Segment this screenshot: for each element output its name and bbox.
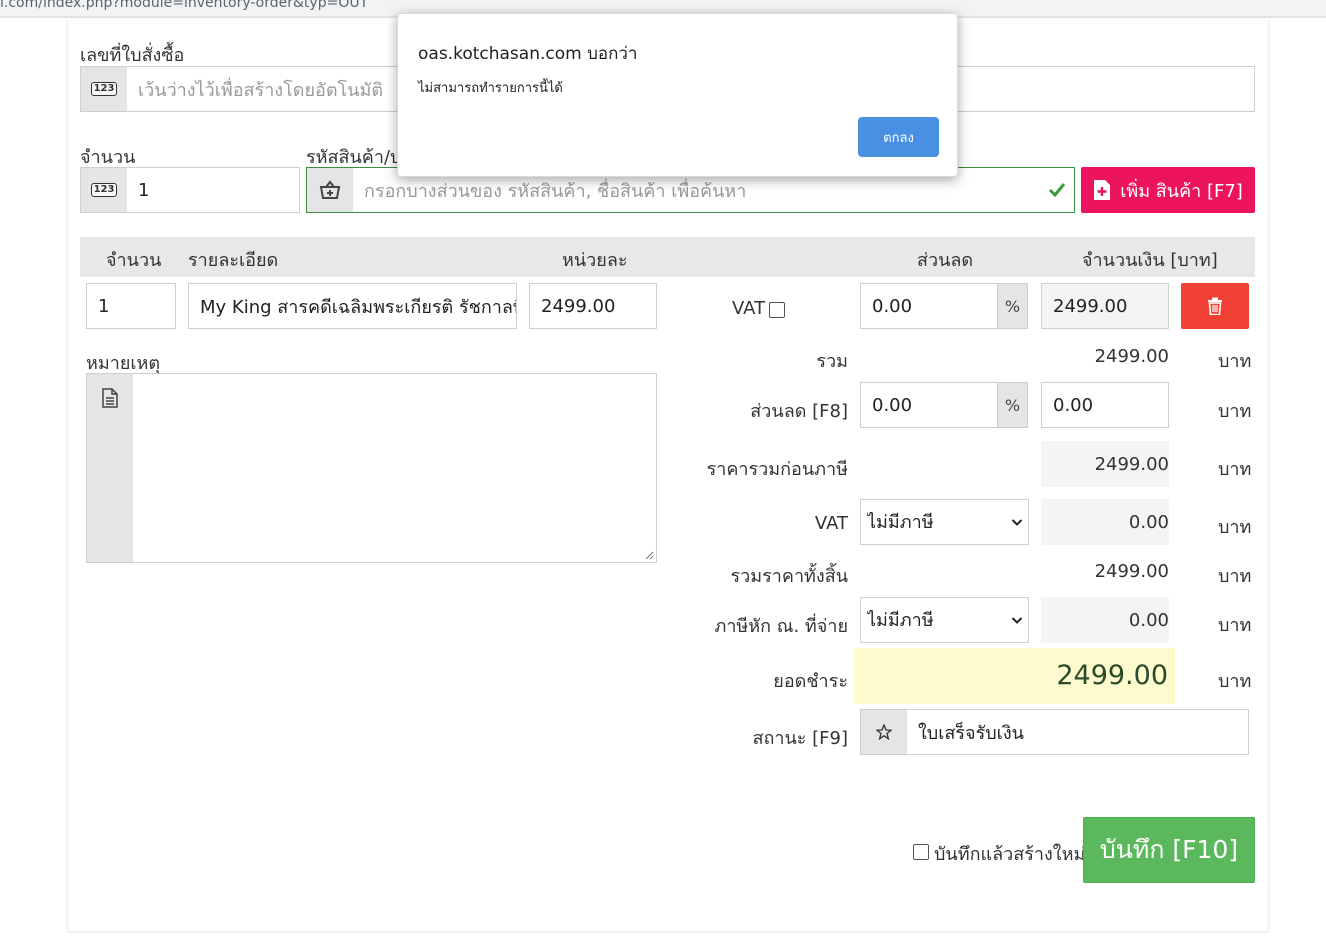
alert-dialog: oas.kotchasan.com บอกว่า ไม่สามารถทำรายก… <box>397 13 958 177</box>
quantity-value: 1 <box>138 179 150 201</box>
row-unit-price-value: 2499.00 <box>541 295 616 317</box>
col-discount: ส่วนลด <box>917 250 974 271</box>
discount-percent-unit: % <box>997 383 1027 427</box>
save-button-label: บันทึก [F10] <box>1099 835 1239 864</box>
quantity-input[interactable]: 123 1 <box>80 167 300 213</box>
product-search-placeholder: กรอกบางส่วนของ รหัสสินค้า, ชื่อสินค้า เพ… <box>364 180 747 202</box>
baht-label: บาท <box>1218 671 1252 692</box>
withholding-label: ภาษีหัก ณ. ที่จ่าย <box>714 616 848 637</box>
row-discount-unit: % <box>997 284 1027 328</box>
row-qty-input[interactable]: 1 <box>86 283 176 329</box>
subtotal-value: 2499.00 <box>1094 346 1169 367</box>
save-button[interactable]: บันทึก [F10] <box>1083 817 1255 883</box>
document-icon <box>87 374 133 562</box>
col-detail: รายละเอียด <box>188 250 279 271</box>
before-tax-value: 2499.00 <box>1094 454 1169 475</box>
dialog-message: ไม่สามารถทำรายการนี้ได้ <box>418 81 563 96</box>
delete-row-button[interactable] <box>1181 283 1249 329</box>
row-amount-field: 2499.00 <box>1041 283 1169 329</box>
check-icon <box>1040 182 1074 198</box>
vat-label: VAT <box>814 513 848 534</box>
address-bar-url[interactable]: i.com/index.php?module=inventory-order&t… <box>0 0 368 11</box>
baht-label: บาท <box>1218 615 1252 636</box>
basket-add-icon <box>307 168 353 212</box>
add-product-label: เพิ่ม สินค้า [F7] <box>1120 180 1243 202</box>
discount-percent-input[interactable]: 0.00 % <box>860 382 1028 428</box>
discount-amount-input[interactable]: 0.00 <box>1041 382 1169 428</box>
save-new-label: บันทึกแล้วสร้างใหม่ <box>934 844 1086 865</box>
row-detail-input[interactable]: My King สารคดีเฉลิมพระเกียรติ รัชกาลที่ <box>188 283 517 329</box>
withholding-select[interactable]: ไม่มีภาษี <box>860 597 1029 643</box>
status-field[interactable]: ใบเสร็จรับเงิน <box>860 709 1249 755</box>
row-vat-checkbox[interactable] <box>769 302 785 318</box>
dialog-title: oas.kotchasan.com บอกว่า <box>418 44 638 64</box>
grand-total-value: 2499.00 <box>1094 561 1169 582</box>
col-amount: จำนวนเงิน [บาท] <box>1082 250 1218 271</box>
payable-label: ยอดชำระ <box>773 671 848 692</box>
subtotal-label: รวม <box>816 351 848 372</box>
grand-total-label: รวมราคาทั้งสิ้น <box>730 566 848 587</box>
row-amount-value: 2499.00 <box>1053 295 1128 317</box>
row-detail-value: My King สารคดีเฉลิมพระเกียรติ รัชกาลที่ <box>200 296 516 318</box>
file-add-icon <box>1094 180 1111 200</box>
row-qty-value: 1 <box>98 295 110 317</box>
col-unit-price: หน่วยละ <box>562 250 628 271</box>
status-value: ใบเสร็จรับเงิน <box>918 722 1024 744</box>
discount-percent-value: 0.00 <box>872 394 913 416</box>
vat-amount-value: 0.00 <box>1128 512 1169 533</box>
payable-value: 2499.00 <box>1056 660 1168 691</box>
resize-handle-icon[interactable] <box>645 551 654 560</box>
star-icon <box>861 710 907 754</box>
baht-label: บาท <box>1218 351 1252 372</box>
status-label: สถานะ [F9] <box>752 728 848 749</box>
baht-label: บาท <box>1218 401 1252 422</box>
baht-label: บาท <box>1218 459 1252 480</box>
discount-amount-value: 0.00 <box>1053 394 1094 416</box>
col-qty: จำนวน <box>106 250 162 271</box>
row-discount-value: 0.00 <box>872 295 913 317</box>
withholding-amount-value: 0.00 <box>1128 610 1169 631</box>
number-icon: 123 <box>81 67 127 111</box>
save-new-checkbox[interactable] <box>913 844 929 860</box>
dialog-ok-button[interactable]: ตกลง <box>858 117 939 157</box>
items-table-header: จำนวน รายละเอียด หน่วยละ ส่วนลด จำนวนเงิ… <box>80 237 1255 277</box>
number-icon: 123 <box>81 168 127 212</box>
trash-icon <box>1208 297 1222 315</box>
order-no-label: เลขที่ใบสั่งซื้อ <box>80 45 185 66</box>
row-unit-price-input[interactable]: 2499.00 <box>529 283 657 329</box>
dialog-ok-label: ตกลง <box>883 130 914 146</box>
baht-label: บาท <box>1218 566 1252 587</box>
discount-label: ส่วนลด [F8] <box>750 401 848 422</box>
row-vat-label: VAT <box>732 298 766 319</box>
vat-select[interactable]: ไม่มีภาษี <box>860 499 1029 545</box>
add-product-button[interactable]: เพิ่ม สินค้า [F7] <box>1081 167 1255 213</box>
row-discount-input[interactable]: 0.00 % <box>860 283 1028 329</box>
baht-label: บาท <box>1218 517 1252 538</box>
before-tax-label: ราคารวมก่อนภาษี <box>706 459 848 480</box>
